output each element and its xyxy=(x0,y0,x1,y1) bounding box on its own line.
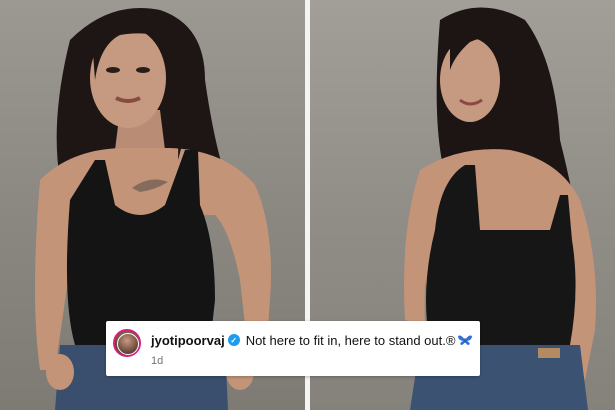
comment-card: jyotipoorvaj ✓ Not here to fit in, here … xyxy=(106,321,480,376)
verified-badge-icon: ✓ xyxy=(227,334,240,346)
comment-timestamp: 1d xyxy=(151,355,164,367)
comment-text: Not here to fit in, here to stand out.® xyxy=(245,332,456,348)
blue-butterfly-icon xyxy=(458,334,473,346)
comment-username[interactable]: jyotipoorvaj xyxy=(151,333,225,348)
comment-line: jyotipoorvaj ✓ Not here to fit in, here … xyxy=(151,331,474,349)
avatar[interactable] xyxy=(113,329,141,357)
